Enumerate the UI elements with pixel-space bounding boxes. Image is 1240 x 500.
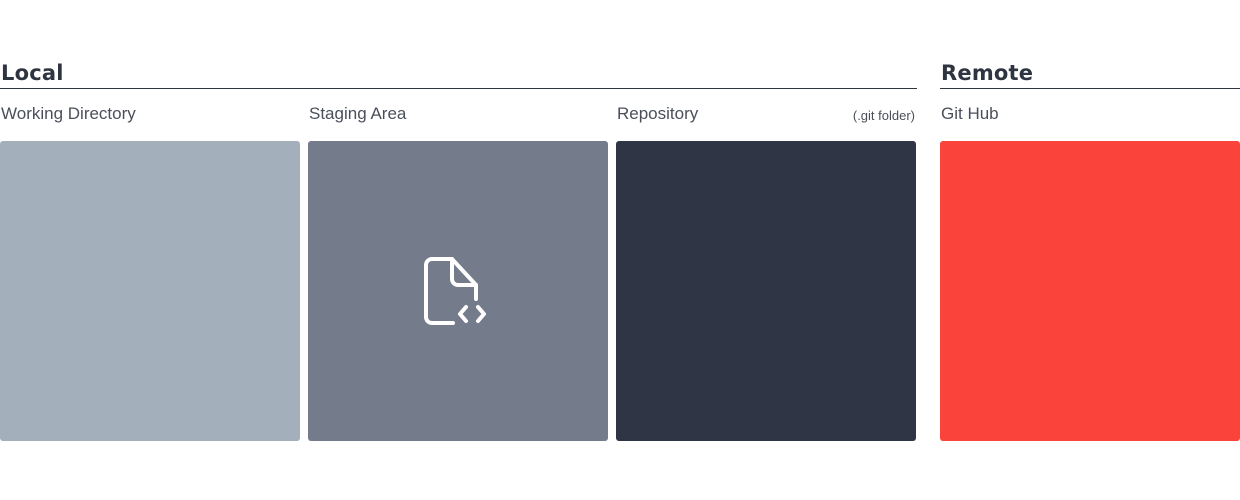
repository-label: Repository bbox=[617, 104, 699, 123]
staging-area-panel bbox=[308, 141, 608, 441]
working-directory-panel bbox=[0, 141, 300, 441]
repository-note: (.git folder) bbox=[852, 108, 915, 123]
remote-title: Remote bbox=[941, 61, 1034, 85]
repository-panel bbox=[616, 141, 916, 441]
github-panel bbox=[940, 141, 1240, 441]
github-label: Git Hub bbox=[941, 104, 999, 123]
repository-column: Repository (.git folder) bbox=[616, 89, 916, 441]
staging-area-label: Staging Area bbox=[309, 104, 407, 123]
working-directory-label: Working Directory bbox=[1, 104, 136, 123]
file-code-icon bbox=[424, 257, 486, 325]
local-title: Local bbox=[1, 61, 64, 85]
local-columns: Working Directory Staging Area Repositor… bbox=[0, 89, 917, 441]
staging-area-column: Staging Area bbox=[308, 89, 608, 441]
remote-section: Remote Git Hub bbox=[940, 58, 1240, 441]
local-section: Local Working Directory Staging Area Rep… bbox=[0, 58, 917, 441]
github-column: Git Hub bbox=[940, 89, 1240, 441]
remote-columns: Git Hub bbox=[940, 89, 1240, 441]
working-directory-column: Working Directory bbox=[0, 89, 300, 441]
